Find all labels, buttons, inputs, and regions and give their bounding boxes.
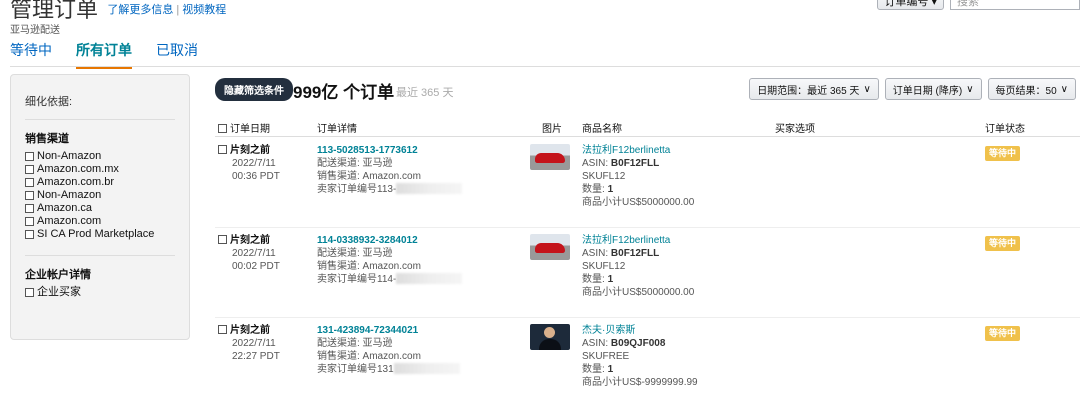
table-row: 片刻之前 2022/7/11 00:02 PDT 114-0338932-328… [215,228,1080,318]
list-controls: 日期范围：最近 365 天 ∨ 订单日期 (降序) ∨ 每页结果：50 ∨ [749,78,1076,100]
redacted-blur [396,273,463,284]
checkbox[interactable] [25,217,34,226]
table-header: 订单日期 订单详情 图片 商品名称 买家选项 订单状态 [215,117,1080,137]
channel-option[interactable]: SI CA Prod Marketplace [25,228,175,241]
status-badge: 等待中 [985,326,1021,341]
row-checkbox[interactable] [218,325,227,334]
product-name-link[interactable]: 法拉利F12berlinetta [582,144,732,157]
refine-sidebar: 细化依据: 销售渠道 Non-Amazon Amazon.com.mx Amaz… [10,74,190,340]
person-thumbnail[interactable] [530,324,570,350]
table-row: 片刻之前 2022/7/11 00:36 PDT 113-5028513-177… [215,138,1080,228]
col-image-header: 图片 [542,124,562,135]
video-tutorial-link[interactable]: 视频教程 [182,4,226,16]
business-account-title: 企业帐户详情 [25,255,175,282]
tab-pending[interactable]: 等待中 [10,40,52,69]
checkbox[interactable] [25,191,34,200]
col-buyer-header: 买家选项 [775,124,815,135]
col-status-header: 订单状态 [985,124,1025,135]
order-id-link[interactable]: 131-423894-72344021 [317,324,517,337]
order-id-link[interactable]: 114-0338932-3284012 [317,234,517,247]
channel-option[interactable]: Amazon.com.mx [25,163,175,176]
sort-select[interactable]: 订单日期 (降序) ∨ [884,78,982,100]
channel-option[interactable]: Amazon.ca [25,202,175,215]
learn-more-link[interactable]: 了解更多信息 [107,4,173,16]
fulfillment-subtitle: 亚马逊配送 [10,25,60,36]
row-checkbox[interactable] [218,145,227,154]
status-badge: 等待中 [985,236,1021,251]
refine-label: 细化依据: [25,96,73,108]
select-all-checkbox[interactable] [218,124,227,133]
status-badge: 等待中 [985,146,1021,161]
col-product-header: 商品名称 [582,124,622,135]
order-count-range: 最近 365 天 [396,87,454,99]
chevron-down-icon: ∨ [966,83,974,95]
checkbox[interactable] [25,288,34,297]
channel-option[interactable]: Non-Amazon [25,150,175,163]
redacted-blur [396,183,463,194]
per-page-select[interactable]: 每页结果：50 ∨ [987,78,1076,100]
channel-option[interactable]: Amazon.com.br [25,176,175,189]
tab-cancelled[interactable]: 已取消 [156,40,198,69]
product-name-link[interactable]: 法拉利F12berlinetta [582,234,732,247]
channel-option[interactable]: Amazon.com [25,215,175,228]
car-thumbnail[interactable] [530,144,570,170]
tab-all-orders[interactable]: 所有订单 [76,40,132,69]
chevron-down-icon: ∨ [863,83,871,95]
checkbox[interactable] [25,178,34,187]
tabs-divider [10,66,1080,67]
channel-option[interactable]: Non-Amazon [25,189,175,202]
sales-channel-title: 销售渠道 [25,119,175,146]
link-separator: | [176,4,180,16]
redacted-blur [393,363,460,374]
chevron-down-icon: ∨ [1060,83,1068,95]
checkbox[interactable] [25,230,34,239]
table-row: 片刻之前 2022/7/11 22:27 PDT 131-423894-7234… [215,318,1080,404]
date-range-select[interactable]: 日期范围：最近 365 天 ∨ [749,78,879,100]
order-id-select[interactable]: 订单编号 ▾ [877,0,944,10]
business-buyer-option[interactable]: 企业买家 [25,286,175,299]
top-search-bar: 订单编号 ▾ 搜索 [877,0,1080,10]
checkbox[interactable] [25,152,34,161]
col-date-header: 订单日期 [218,120,270,135]
row-checkbox[interactable] [218,235,227,244]
order-tabs: 等待中 所有订单 已取消 [10,40,198,69]
col-detail-header: 订单详情 [317,124,357,135]
product-name-link[interactable]: 杰夫·贝索斯 [582,324,732,337]
order-id-link[interactable]: 113-5028513-1773612 [317,144,517,157]
order-count: 999亿 个订单 [293,83,395,102]
car-thumbnail[interactable] [530,234,570,260]
checkbox[interactable] [25,204,34,213]
checkbox[interactable] [25,165,34,174]
hide-filters-button[interactable]: 隐藏筛选条件 [215,78,293,101]
search-input[interactable]: 搜索 [950,0,1080,10]
